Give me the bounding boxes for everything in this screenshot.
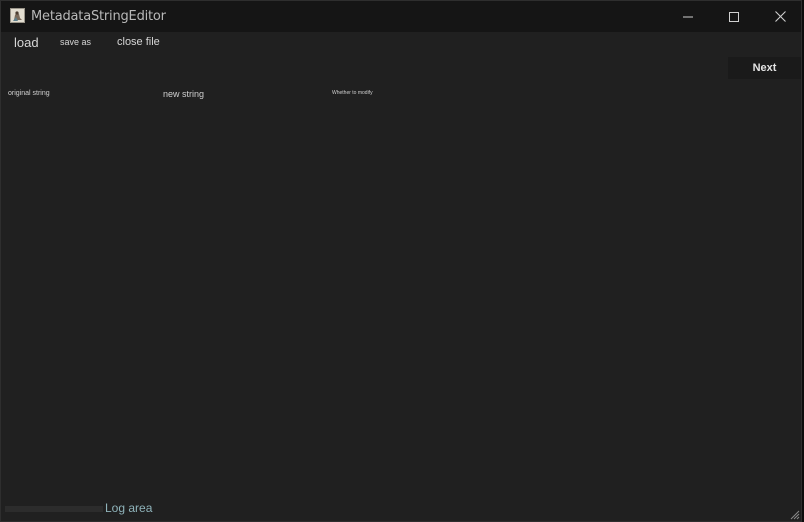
column-header-new-string: new string xyxy=(163,89,205,99)
column-header-whether-to-modify: Whether to modify xyxy=(332,90,373,96)
title-bar[interactable]: MetadataStringEditor xyxy=(1,1,801,32)
resize-grip-icon[interactable] xyxy=(789,509,800,520)
log-area-bar xyxy=(5,506,103,512)
column-header-original-string: original string xyxy=(8,90,50,97)
app-window: MetadataStringEditor load save as close … xyxy=(0,0,802,522)
window-title: MetadataStringEditor xyxy=(31,9,166,24)
maximize-icon xyxy=(729,11,739,22)
next-button[interactable]: Next xyxy=(728,57,801,79)
app-icon xyxy=(10,8,25,23)
save-as-menu-item[interactable]: save as xyxy=(60,37,91,47)
close-button[interactable] xyxy=(757,1,801,32)
close-file-menu-item[interactable]: close file xyxy=(117,36,160,48)
log-area-label: Log area xyxy=(105,501,153,515)
close-icon xyxy=(774,11,786,22)
minimize-button[interactable] xyxy=(665,1,711,32)
maximize-button[interactable] xyxy=(711,1,757,32)
load-menu-item[interactable]: load xyxy=(14,35,39,50)
minimize-icon xyxy=(683,16,693,17)
